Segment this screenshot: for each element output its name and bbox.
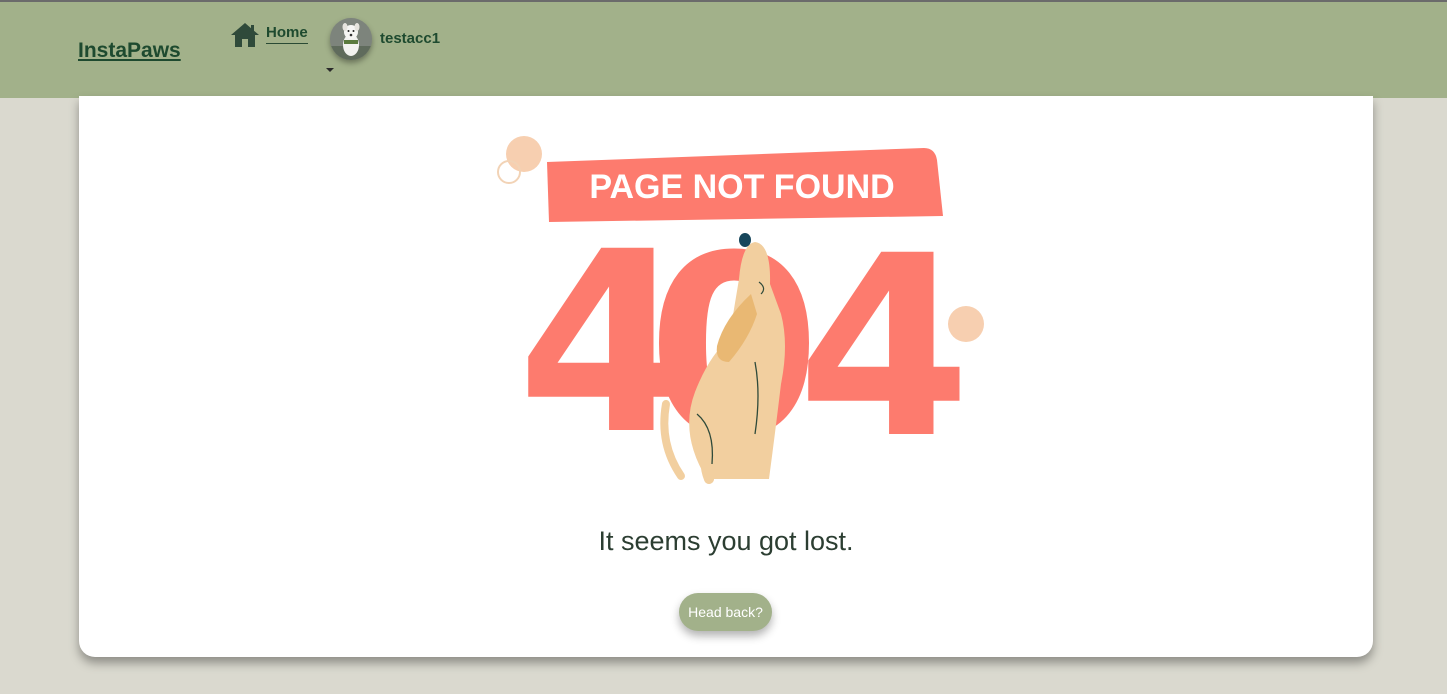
head-back-button[interactable]: Head back?: [679, 593, 772, 631]
not-found-card: PAGE NOT FOUND 4 0 4 It seems you got lo…: [79, 96, 1373, 657]
decor-circle: [506, 136, 542, 172]
lost-message: It seems you got lost.: [598, 526, 854, 556]
dog-avatar-icon: [330, 18, 372, 60]
home-link-label: Home: [266, 24, 308, 44]
brand-logo-link[interactable]: InstaPaws: [78, 39, 181, 63]
navbar: InstaPaws Home testacc1: [0, 2, 1447, 98]
page-not-found-illustration: PAGE NOT FOUND 4 0 4: [497, 136, 984, 484]
digit-right: 4: [797, 202, 971, 484]
username: testacc1: [380, 30, 441, 47]
home-link[interactable]: Home: [230, 22, 308, 50]
chevron-down-icon[interactable]: [326, 68, 334, 72]
avatar[interactable]: [330, 18, 372, 60]
house-icon: [231, 23, 259, 47]
decor-ring: [497, 160, 521, 184]
